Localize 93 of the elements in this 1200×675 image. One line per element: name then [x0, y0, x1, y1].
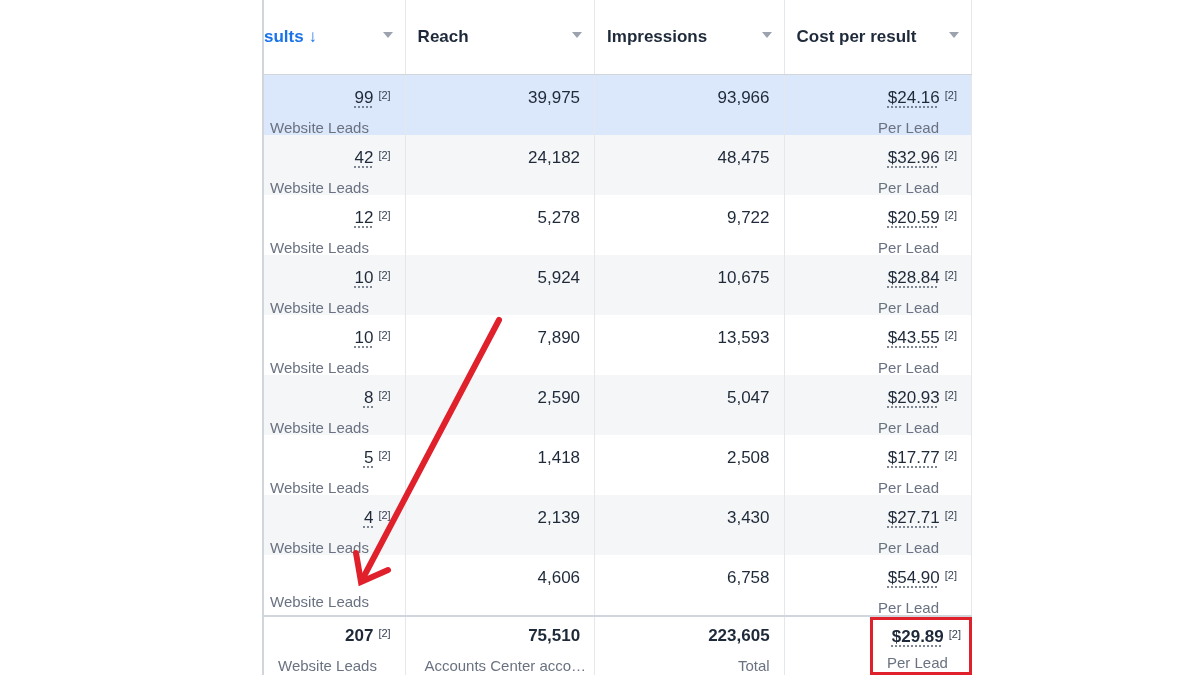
metric-value: 2,590 — [537, 387, 581, 409]
metric-value: 5,924 — [537, 267, 581, 289]
metric-value: 99 — [354, 87, 374, 109]
metric-value: $27.71 — [887, 507, 940, 529]
metric-value: 5,278 — [537, 207, 581, 229]
dropdown-caret-icon[interactable] — [382, 32, 393, 38]
footnote-mark: [2] — [378, 328, 391, 343]
metric-label: Per Lead — [878, 417, 939, 438]
footnote-mark: [2] — [944, 448, 957, 463]
metric-value: 42 — [354, 147, 374, 169]
footnote-mark: [2] — [948, 627, 961, 642]
metric-label: Website Leads — [270, 537, 369, 558]
footnote-mark: [2] — [944, 208, 957, 223]
metric-value: $28.84 — [887, 267, 940, 289]
footnote-mark: [2] — [944, 568, 957, 583]
metric-value: $20.93 — [887, 387, 940, 409]
footnote-mark: [2] — [944, 148, 957, 163]
footnote-mark: [2] — [378, 268, 391, 283]
metric-value: 4 — [363, 507, 374, 529]
metric-value: 10 — [354, 327, 374, 349]
metric-label: Website Leads — [270, 297, 369, 318]
metric-label: Per Lead — [887, 652, 948, 673]
metric-value: 48,475 — [717, 147, 770, 169]
metric-value: 4,606 — [537, 567, 581, 589]
footnote-mark: [2] — [378, 626, 391, 641]
metric-label: Website Leads — [278, 655, 377, 675]
table-row[interactable]: 42 [2] Website Leads 24,182 48,475 $32.96 [2] Per Lead — [264, 135, 972, 195]
metric-label: Per Lead — [878, 237, 939, 258]
footnote-mark: [2] — [378, 88, 391, 103]
footnote-mark: [2] — [378, 208, 391, 223]
metric-label: Website Leads — [270, 177, 369, 198]
metric-label: Website Leads — [270, 237, 369, 258]
metric-value: 7,890 — [537, 327, 581, 349]
metric-label: Per Lead — [878, 357, 939, 378]
footnote-mark: [2] — [944, 328, 957, 343]
footnote-mark: [2] — [944, 508, 957, 523]
metric-value: 9,722 — [727, 207, 770, 229]
column-header[interactable]: sults ↓ — [264, 24, 317, 50]
metric-value: 5 — [363, 447, 374, 469]
metric-value: 5,047 — [727, 387, 770, 409]
metric-label: Website Leads — [270, 357, 369, 378]
table-row[interactable]: 4 [2] Website Leads 2,139 3,430 $27.71 [2] Per Lead — [264, 495, 972, 555]
metric-label: Per Lead — [878, 597, 939, 615]
metric-value: 223,605 — [708, 625, 770, 647]
table-row[interactable]: 99 [2] Website Leads 39,975 93,966 $24.16 [2] Per Lead — [264, 75, 972, 135]
metric-value: 13,593 — [717, 327, 770, 349]
metric-label: Per Lead — [878, 177, 939, 198]
metric-value: 2,139 — [537, 507, 581, 529]
metric-value: 10 — [354, 267, 374, 289]
footnote-mark: [2] — [944, 88, 957, 103]
footnote-mark: [2] — [378, 448, 391, 463]
metric-label: Website Leads — [270, 477, 369, 498]
metric-label: Website Leads — [270, 417, 369, 438]
metric-value: $24.16 — [887, 87, 940, 109]
metric-label: Total — [737, 655, 770, 675]
metric-value: 8 — [363, 387, 374, 409]
metric-value: $54.90 — [887, 567, 940, 589]
table-row[interactable]: 8 [2] Website Leads 2,590 5,047 $20.93 [2] Per Lead — [264, 375, 972, 435]
dropdown-caret-icon[interactable] — [949, 32, 959, 38]
metric-value: 39,975 — [528, 87, 581, 109]
footnote-mark: [2] — [378, 508, 391, 523]
metric-label: Per Lead — [878, 477, 939, 498]
metric-value: $32.96 — [887, 147, 940, 169]
metric-label: Website Leads — [270, 117, 369, 138]
table-row[interactable]: 10 [2] Website Leads 5,924 10,675 $28.84 [2] Per Lead — [264, 255, 972, 315]
column-header[interactable]: Impressions — [607, 24, 708, 50]
metric-value: 1,418 — [537, 447, 581, 469]
metric-value: 12 — [354, 207, 374, 229]
footnote-mark: [2] — [944, 388, 957, 403]
column-header[interactable]: Cost per result — [796, 24, 917, 50]
column-header[interactable]: Reach — [417, 24, 469, 50]
metric-value: $20.59 — [887, 207, 940, 229]
footnote-mark: [2] — [378, 148, 391, 163]
metric-value: $29.89 — [891, 626, 944, 648]
metric-label: Per Lead — [878, 117, 939, 138]
metric-value: 2,508 — [727, 447, 770, 469]
dropdown-caret-icon[interactable] — [761, 32, 772, 38]
metric-value: 207 — [345, 625, 374, 647]
metric-value: 75,510 — [528, 625, 581, 647]
metric-value: 10,675 — [717, 267, 770, 289]
metric-label: Accounts Center acco… — [424, 655, 587, 675]
metric-value: $17.77 — [887, 447, 940, 469]
metric-value: 24,182 — [528, 147, 581, 169]
dropdown-caret-icon[interactable] — [572, 32, 583, 38]
metric-label: Per Lead — [878, 537, 939, 558]
metric-value: 3,430 — [727, 507, 770, 529]
footnote-mark: [2] — [944, 268, 957, 283]
metric-label: Per Lead — [878, 297, 939, 318]
metric-value: 6,758 — [727, 567, 770, 589]
metric-value: $43.55 — [887, 327, 940, 349]
footnote-mark: [2] — [378, 388, 391, 403]
metric-label: Website Leads — [270, 592, 369, 612]
metric-value: 93,966 — [717, 87, 770, 109]
